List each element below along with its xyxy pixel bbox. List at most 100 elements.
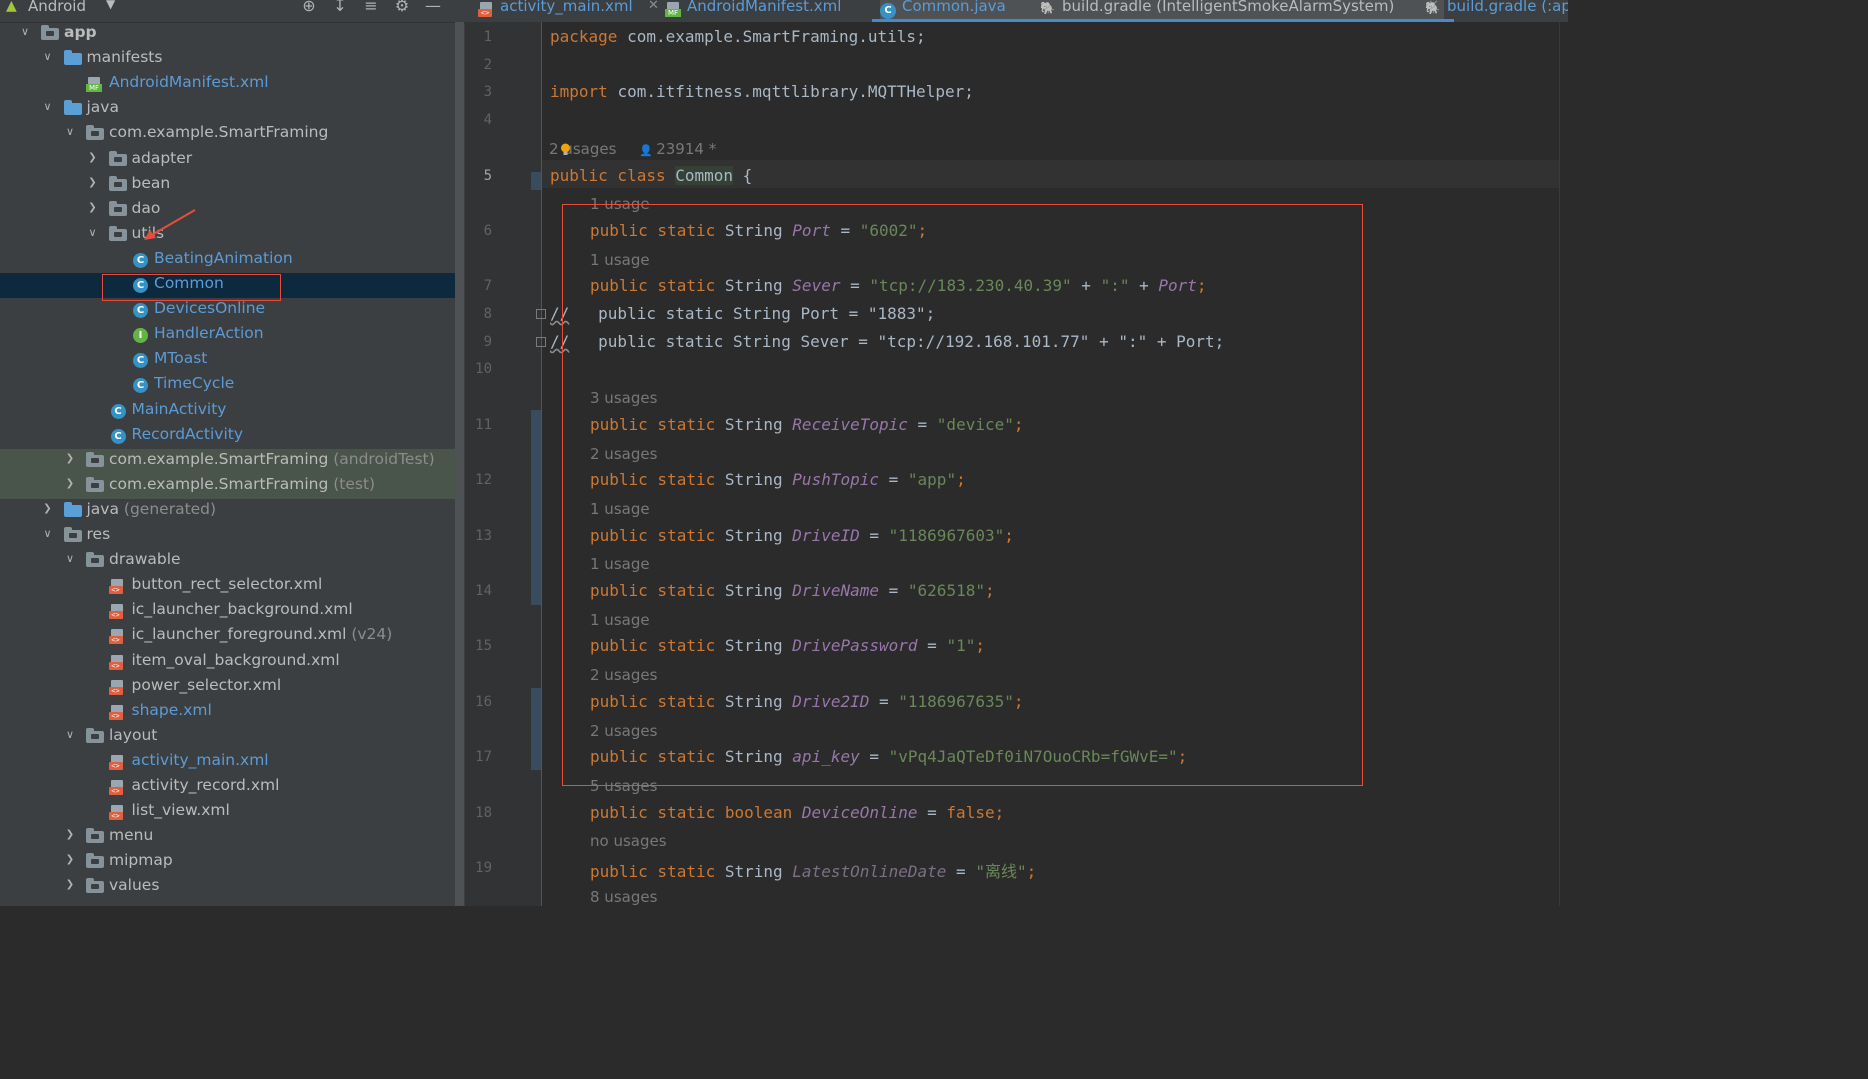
tree-item[interactable]: <> ic_launcher_background.xml	[0, 599, 458, 624]
tree-item[interactable]: <> activity_main.xml	[0, 750, 458, 775]
chevron-right-icon[interactable]: ❯	[63, 453, 77, 464]
tree-item[interactable]: C DevicesOnline	[0, 298, 458, 323]
chevron-down-icon[interactable]: ∨	[41, 527, 55, 540]
tree-item[interactable]: <> shape.xml	[0, 700, 458, 725]
tree-item[interactable]: ❯ dao	[0, 198, 458, 223]
xml-file-icon: <>	[108, 704, 125, 721]
tree-item[interactable]: ❯ com.example.SmartFraming (androidTest)	[0, 448, 458, 474]
chevron-down-icon[interactable]: ▼	[106, 0, 115, 11]
hide-icon[interactable]: —	[422, 0, 444, 15]
manifest-file-icon: MF	[86, 77, 102, 93]
tree-item-label: power_selector.xml	[132, 676, 282, 694]
usage-hint[interactable]: 8 usages	[590, 888, 657, 906]
tree-item[interactable]: ∨ java	[0, 97, 458, 122]
line-number: 3	[483, 84, 492, 101]
tree-item-label: HandlerAction	[154, 324, 264, 342]
tree-item[interactable]: ∨ app	[0, 22, 458, 47]
line-number: 14	[475, 583, 492, 599]
code-line[interactable]: package com.example.SmartFraming.utils;	[550, 27, 926, 46]
tree-item[interactable]: ❯ com.example.SmartFraming (test)	[0, 473, 458, 499]
tree-item[interactable]: ∨ layout	[0, 725, 458, 750]
tree-item[interactable]: C TimeCycle	[0, 373, 458, 398]
tree-item-name: DevicesOnline	[154, 299, 266, 318]
collapse-all-icon[interactable]: ≡	[360, 0, 382, 15]
tree-item[interactable]: I HandlerAction	[0, 323, 458, 348]
author-hint[interactable]: 👤 23914 *	[639, 140, 716, 158]
chevron-down-icon[interactable]: ∨	[63, 125, 77, 138]
chevron-right-icon[interactable]: ❯	[86, 152, 100, 163]
tree-item[interactable]: C BeatingAnimation	[0, 248, 458, 273]
tree-item[interactable]: ❯ adapter	[0, 148, 458, 173]
editor-scrollbar[interactable]	[1559, 22, 1568, 906]
expand-all-icon[interactable]: ↧	[329, 0, 351, 15]
tree-item-label: bean	[132, 174, 171, 192]
chevron-down-icon[interactable]: ∨	[86, 226, 100, 239]
project-scrollbar[interactable]	[455, 22, 464, 906]
tree-item[interactable]: <> list_view.xml	[0, 800, 458, 825]
vcs-change-marker[interactable]	[531, 688, 541, 770]
tree-item[interactable]: ❯ values	[0, 875, 458, 900]
class-icon: C	[133, 303, 148, 319]
tree-item[interactable]: ∨ drawable	[0, 549, 458, 574]
tree-item[interactable]: ∨ res	[0, 524, 458, 549]
resource-folder-icon	[63, 527, 82, 542]
tree-item[interactable]: <> power_selector.xml	[0, 675, 458, 700]
gear-icon[interactable]: ⚙	[391, 0, 413, 15]
chevron-right-icon[interactable]: ❯	[86, 177, 100, 188]
manifest-file-icon: MF	[665, 2, 681, 18]
chevron-right-icon[interactable]: ❯	[63, 829, 77, 840]
locate-icon[interactable]: ⊕	[298, 0, 320, 15]
package-folder-icon	[86, 853, 104, 869]
code-line[interactable]: import com.itfitness.mqttlibrary.MQTTHel…	[550, 82, 974, 101]
tree-item[interactable]: ❯ menu	[0, 825, 458, 850]
tree-item[interactable]: <> ic_launcher_foreground.xml (v24)	[0, 624, 458, 649]
tree-item[interactable]: ❯ bean	[0, 173, 458, 198]
chevron-right-icon[interactable]: ❯	[86, 202, 100, 213]
chevron-right-icon[interactable]: ❯	[63, 879, 77, 890]
tree-item[interactable]: ❯ mipmap	[0, 850, 458, 875]
xml-file-icon: <>	[108, 805, 125, 821]
tree-item-label: layout	[109, 726, 157, 744]
fold-marker-icon[interactable]	[536, 309, 546, 319]
chevron-right-icon[interactable]: ❯	[63, 478, 77, 489]
tree-item[interactable]: ∨ utils	[0, 223, 458, 248]
tree-item[interactable]: ∨ manifests	[0, 47, 458, 72]
tree-item[interactable]: MF AndroidManifest.xml	[0, 72, 458, 97]
project-panel: ▲ Android ▼ ⊕ ↧ ≡ ⚙ — ∨ app ∨ manifests MF Androi…	[0, 0, 465, 906]
tree-item[interactable]: <> button_rect_selector.xml	[0, 574, 458, 599]
chevron-down-icon[interactable]: ∨	[18, 25, 32, 38]
package-folder-icon	[86, 828, 104, 844]
code-line[interactable]: public static boolean DeviceOnline = fal…	[590, 803, 1004, 822]
package-folder-icon	[108, 225, 127, 241]
user-icon: 👤	[639, 143, 657, 157]
code-line[interactable]: public class Common {	[550, 165, 752, 185]
chevron-right-icon[interactable]: ❯	[41, 503, 55, 514]
fold-marker-icon[interactable]	[536, 336, 546, 347]
code-line[interactable]: public static String LatestOnlineDate = …	[590, 858, 1036, 882]
tree-item[interactable]: ∨ com.example.SmartFraming	[0, 122, 458, 147]
tree-item-name: com.example.SmartFraming	[109, 474, 329, 493]
tree-item[interactable]: <> item_oval_background.xml	[0, 650, 458, 675]
usage-hint[interactable]: no usages	[590, 832, 667, 850]
source-folder-icon	[63, 501, 82, 517]
chevron-down-icon[interactable]: ∨	[63, 728, 77, 741]
tree-item[interactable]: <> activity_record.xml	[0, 775, 458, 800]
view-selector[interactable]: Android	[28, 0, 86, 15]
vcs-change-marker[interactable]	[531, 410, 541, 605]
tree-item[interactable]: C RecordActivity	[0, 424, 458, 449]
editor-tab[interactable]: <> activity_main.xml ✕	[478, 0, 664, 22]
lightbulb-icon[interactable]	[560, 142, 571, 155]
tree-item[interactable]: ❯ java (generated)	[0, 499, 458, 524]
vcs-change-marker[interactable]	[531, 172, 541, 190]
chevron-down-icon[interactable]: ∨	[41, 50, 55, 63]
editor-tab[interactable]: 🐘 build.gradle (:ap	[1425, 0, 1568, 22]
chevron-down-icon[interactable]: ∨	[63, 552, 77, 565]
tree-item-name: RecordActivity	[131, 424, 244, 443]
tree-item[interactable]: C MToast	[0, 348, 458, 373]
tree-item-label: mipmap	[109, 851, 173, 869]
tree-item-label: com.example.SmartFraming	[109, 123, 328, 141]
close-icon[interactable]: ✕	[648, 0, 659, 13]
tree-item[interactable]: C MainActivity	[0, 399, 458, 424]
chevron-right-icon[interactable]: ❯	[63, 854, 77, 865]
chevron-down-icon[interactable]: ∨	[41, 100, 55, 113]
